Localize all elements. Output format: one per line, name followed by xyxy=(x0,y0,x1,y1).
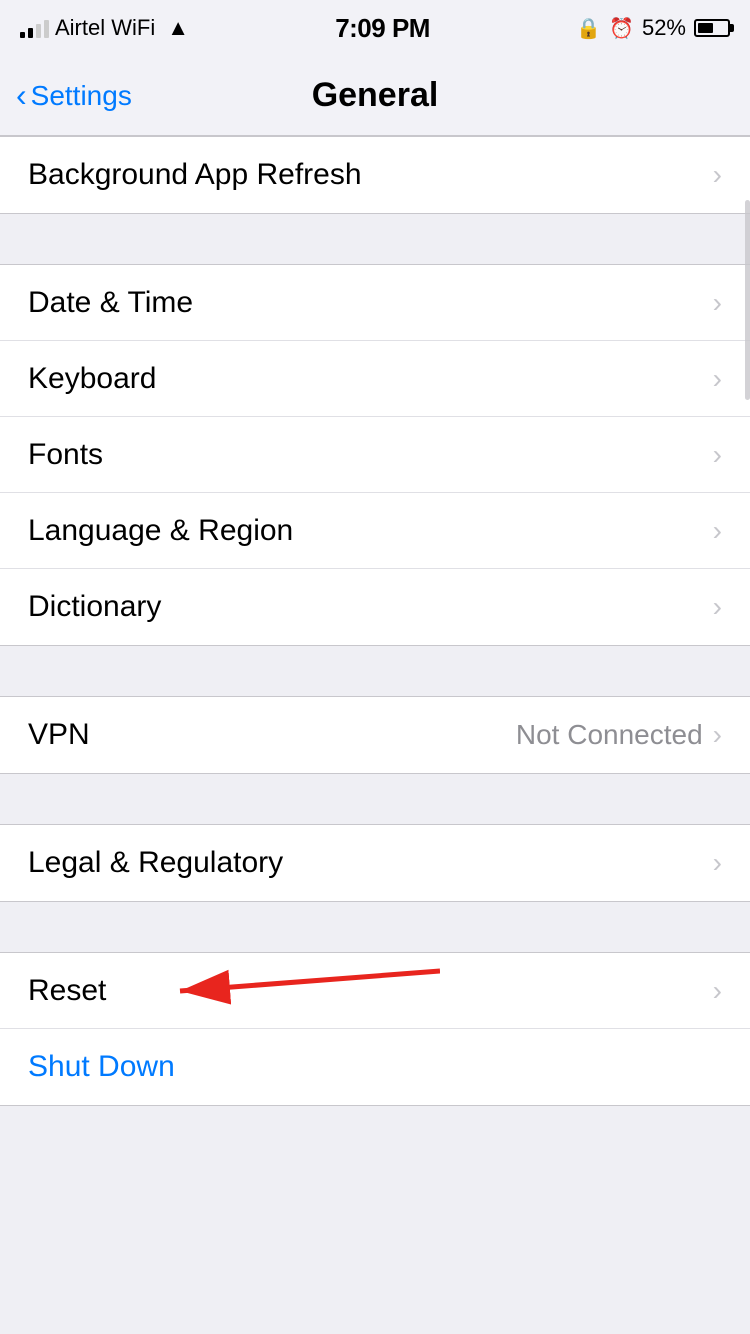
date-time-right: › xyxy=(713,287,722,319)
date-time-row[interactable]: Date & Time › xyxy=(0,265,750,341)
status-right: 🔒 ⏰ 52% xyxy=(576,15,730,41)
chevron-right-icon: › xyxy=(713,515,722,547)
language-region-row[interactable]: Language & Region › xyxy=(0,493,750,569)
vpn-value: Not Connected xyxy=(516,719,703,751)
status-left: Airtel WiFi ▲ xyxy=(20,15,189,41)
settings-group-2: Date & Time › Keyboard › Fonts › Languag… xyxy=(0,264,750,646)
shut-down-label: Shut Down xyxy=(28,1050,175,1084)
spacer-1 xyxy=(0,214,750,264)
dictionary-row[interactable]: Dictionary › xyxy=(0,569,750,645)
back-chevron-icon: ‹ xyxy=(16,79,27,111)
background-app-refresh-label: Background App Refresh xyxy=(28,158,362,192)
settings-group-1: Background App Refresh › xyxy=(0,136,750,214)
background-app-refresh-right: › xyxy=(713,159,722,191)
settings-group-4: Legal & Regulatory › xyxy=(0,824,750,902)
chevron-right-icon: › xyxy=(713,847,722,879)
signal-bar-2 xyxy=(28,28,33,38)
fonts-label: Fonts xyxy=(28,438,103,472)
lock-icon: 🔒 xyxy=(576,16,601,41)
wifi-icon: ▲ xyxy=(167,15,189,41)
keyboard-label: Keyboard xyxy=(28,362,156,396)
chevron-right-icon: › xyxy=(713,287,722,319)
chevron-right-icon: › xyxy=(713,591,722,623)
legal-regulatory-row[interactable]: Legal & Regulatory › xyxy=(0,825,750,901)
signal-bar-1 xyxy=(20,32,25,38)
legal-regulatory-label: Legal & Regulatory xyxy=(28,846,283,880)
shut-down-row[interactable]: Shut Down xyxy=(0,1029,750,1105)
language-region-label: Language & Region xyxy=(28,514,293,548)
page-title: General xyxy=(312,76,439,115)
reset-right: › xyxy=(713,975,722,1007)
scrollbar[interactable] xyxy=(745,200,750,400)
fonts-row[interactable]: Fonts › xyxy=(0,417,750,493)
alarm-icon: ⏰ xyxy=(609,16,634,41)
status-bar: Airtel WiFi ▲ 7:09 PM 🔒 ⏰ 52% xyxy=(0,0,750,56)
chevron-right-icon: › xyxy=(713,719,722,751)
status-time: 7:09 PM xyxy=(335,13,430,44)
vpn-right: Not Connected › xyxy=(516,719,722,751)
battery-icon xyxy=(694,19,730,37)
spacer-2 xyxy=(0,646,750,696)
battery-percent: 52% xyxy=(642,15,686,41)
red-arrow-annotation xyxy=(120,961,440,1021)
spacer-3 xyxy=(0,774,750,824)
back-button[interactable]: ‹ Settings xyxy=(16,80,132,112)
vpn-label: VPN xyxy=(28,718,90,752)
nav-bar: ‹ Settings General xyxy=(0,56,750,136)
keyboard-row[interactable]: Keyboard › xyxy=(0,341,750,417)
legal-regulatory-right: › xyxy=(713,847,722,879)
settings-group-5: Reset › Shut Down xyxy=(0,952,750,1106)
background-app-refresh-row[interactable]: Background App Refresh › xyxy=(0,137,750,213)
battery-fill xyxy=(698,23,713,33)
chevron-right-icon: › xyxy=(713,975,722,1007)
carrier-text: Airtel WiFi xyxy=(55,15,155,41)
keyboard-right: › xyxy=(713,363,722,395)
back-label: Settings xyxy=(31,80,132,112)
reset-label: Reset xyxy=(28,974,106,1008)
settings-section: Background App Refresh › Date & Time › K… xyxy=(0,136,750,1156)
chevron-right-icon: › xyxy=(713,159,722,191)
chevron-right-icon: › xyxy=(713,439,722,471)
chevron-right-icon: › xyxy=(713,363,722,395)
signal-bars xyxy=(20,18,49,38)
fonts-right: › xyxy=(713,439,722,471)
signal-bar-3 xyxy=(36,24,41,38)
dictionary-right: › xyxy=(713,591,722,623)
vpn-row[interactable]: VPN Not Connected › xyxy=(0,697,750,773)
spacer-5 xyxy=(0,1106,750,1156)
spacer-4 xyxy=(0,902,750,952)
settings-group-3: VPN Not Connected › xyxy=(0,696,750,774)
language-region-right: › xyxy=(713,515,722,547)
signal-bar-4 xyxy=(44,20,49,38)
date-time-label: Date & Time xyxy=(28,286,193,320)
reset-row[interactable]: Reset › xyxy=(0,953,750,1029)
dictionary-label: Dictionary xyxy=(28,590,161,624)
